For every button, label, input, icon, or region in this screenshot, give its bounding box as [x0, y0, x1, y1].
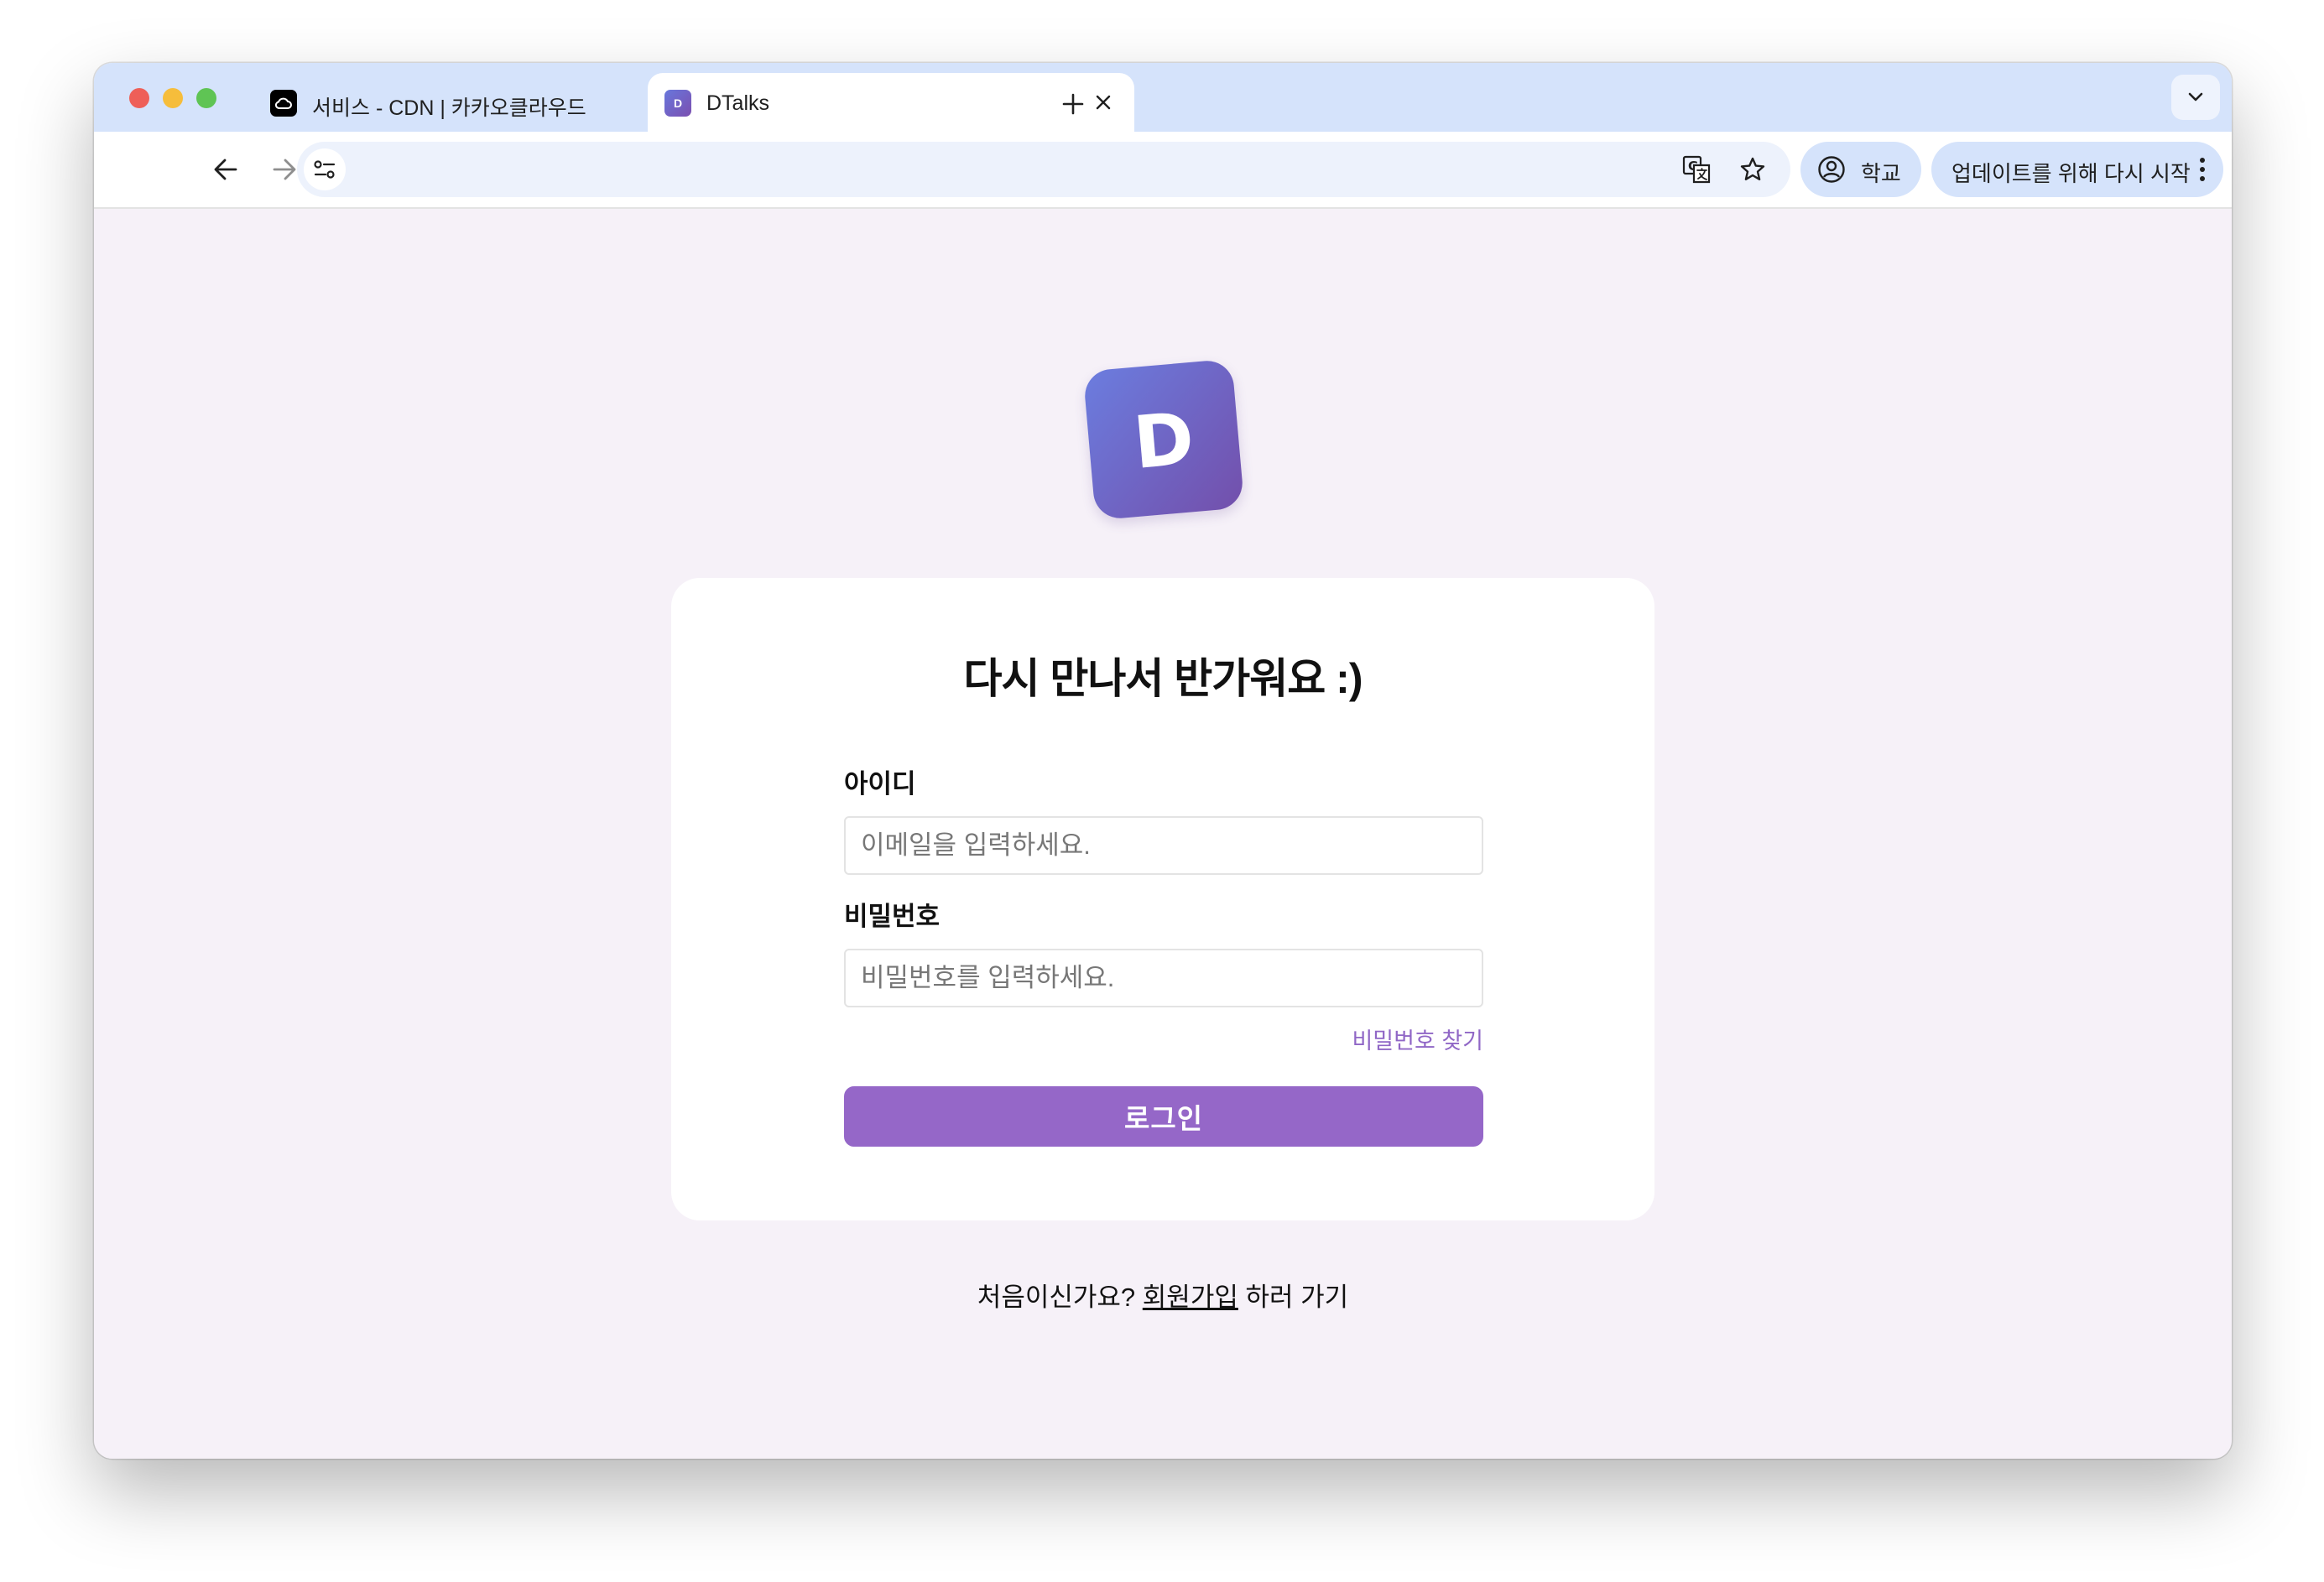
- password-label: 비밀번호: [844, 902, 941, 931]
- id-label: 아이디: [844, 769, 916, 799]
- browser-window: 서비스 - CDN | 카카오클라우드 D DTalks 학교 업데이트를 위해…: [94, 63, 2232, 1459]
- page-title: 다시 만나서 반가워요 :): [963, 655, 1363, 702]
- signup-prefix: 처음이신가요?: [977, 1283, 1143, 1312]
- translate-icon: G: [1682, 155, 1711, 184]
- login-card: 다시 만나서 반가워요 :) 아이디 비밀번호 비밀번호 찾기 로그인: [671, 578, 1654, 1220]
- update-restart-button[interactable]: 업데이트를 위해 다시 시작: [1931, 142, 2223, 197]
- tab-strip: 서비스 - CDN | 카카오클라우드 D DTalks: [94, 63, 2232, 132]
- arrow-right-icon: [273, 159, 296, 180]
- signup-prompt: 처음이신가요? 회원가입 하러 가기: [94, 1276, 2232, 1314]
- signup-link[interactable]: 회원가입: [1143, 1283, 1238, 1312]
- star-icon: [1740, 157, 1765, 180]
- cloud-icon: [270, 90, 297, 117]
- tab-title: DTalks: [706, 91, 770, 115]
- profile-button[interactable]: 학교: [1800, 142, 1921, 197]
- new-tab-button[interactable]: [1050, 81, 1096, 127]
- tab-search-button[interactable]: [2171, 75, 2220, 120]
- login-button[interactable]: 로그인: [844, 1086, 1483, 1147]
- id-input[interactable]: [844, 816, 1483, 875]
- back-button[interactable]: [94, 147, 139, 192]
- find-password-link[interactable]: 비밀번호 찾기: [1352, 1023, 1483, 1055]
- bookmark-button[interactable]: [1732, 148, 1774, 190]
- address-bar[interactable]: G: [297, 142, 1790, 197]
- minimize-window-button[interactable]: [163, 88, 183, 108]
- account-circle-icon: [1818, 156, 1845, 183]
- app-logo: D: [1082, 358, 1245, 521]
- page-content: D 다시 만나서 반가워요 :) 아이디 비밀번호 비밀번호 찾기 로그인 처음…: [94, 209, 2232, 1459]
- tune-icon: [314, 160, 336, 179]
- site-info-button[interactable]: [304, 148, 346, 190]
- more-vert-icon: [2200, 158, 2205, 181]
- chevron-down-icon: [2188, 92, 2203, 101]
- browser-toolbar: G 학교 업데이트를 위해 다시 시작: [94, 132, 2232, 209]
- password-input[interactable]: [844, 949, 1483, 1007]
- back-button[interactable]: [203, 147, 248, 192]
- maximize-window-button[interactable]: [196, 88, 216, 108]
- logo-letter: D: [1130, 397, 1198, 486]
- tab-title: 서비스 - CDN | 카카오클라우드: [312, 96, 586, 120]
- translate-button[interactable]: G: [1676, 148, 1718, 190]
- dtalks-favicon-icon: D: [664, 90, 691, 117]
- close-window-button[interactable]: [129, 88, 149, 108]
- update-label: 업데이트를 위해 다시 시작: [1951, 161, 2191, 186]
- signup-suffix: 하러 가기: [1238, 1283, 1349, 1312]
- profile-label: 학교: [1861, 161, 1901, 186]
- arrow-left-icon: [214, 159, 237, 180]
